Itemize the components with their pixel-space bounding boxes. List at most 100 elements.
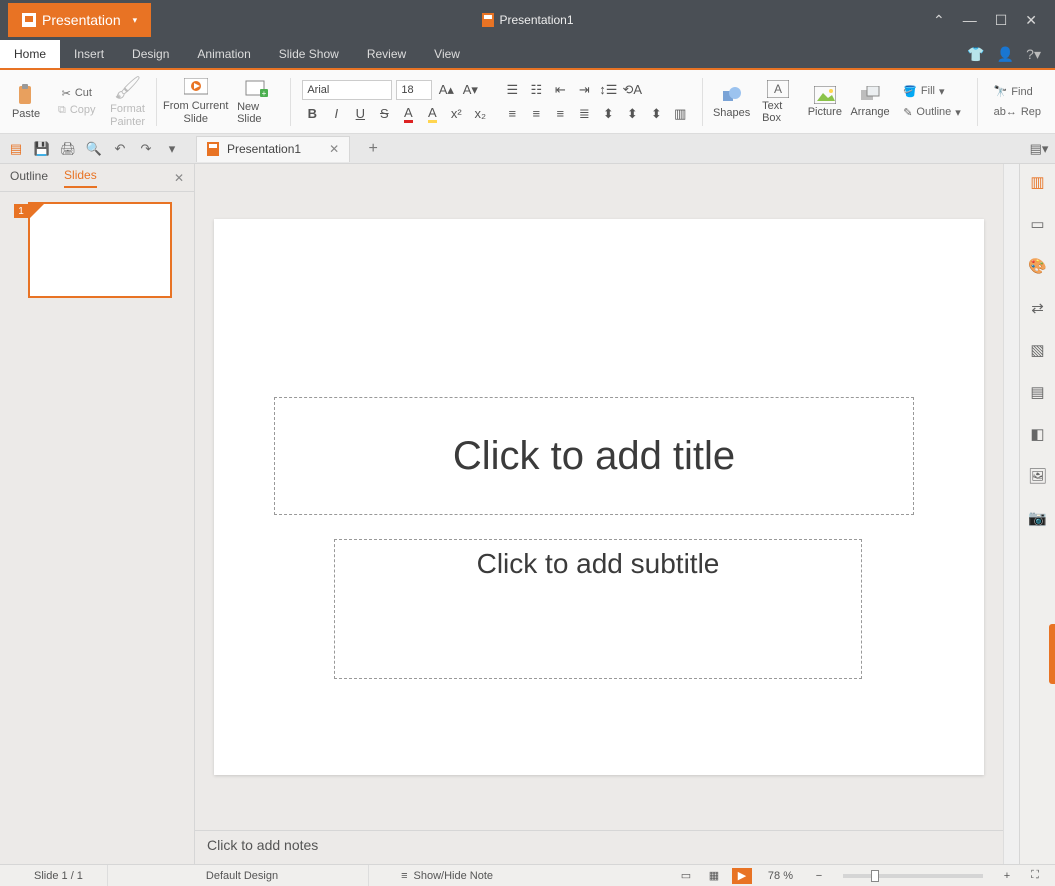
help-icon[interactable]: ?▾ [1026, 46, 1041, 63]
menu-tab-view[interactable]: View [420, 40, 474, 68]
italic-button[interactable]: I [326, 104, 346, 124]
fit-view-button[interactable]: ⛶ [1025, 868, 1045, 884]
undo-icon[interactable]: ↶ [110, 139, 130, 159]
menu-tab-review[interactable]: Review [353, 40, 420, 68]
copy-button[interactable]: ⧉Copy [54, 102, 100, 119]
ribbon-collapse-icon[interactable]: ⌃ [933, 12, 945, 29]
menu-tab-insert[interactable]: Insert [60, 40, 118, 68]
outline-button[interactable]: ✎Outline▾ [899, 104, 965, 121]
decrease-indent-button[interactable]: ⇤ [550, 80, 570, 100]
title-placeholder[interactable]: Click to add title [274, 397, 914, 515]
shirt-icon[interactable]: 👕 [967, 46, 984, 63]
new-slide-button[interactable]: + New Slide [231, 79, 281, 125]
layout-icon[interactable]: ▤ [1026, 380, 1050, 404]
fill-button[interactable]: 🪣Fill▾ [899, 83, 948, 100]
show-hide-note-button[interactable]: ≡Show/Hide Note [377, 865, 517, 886]
zoom-slider-knob[interactable] [871, 870, 879, 882]
workspace: Outline Slides ✕ 1 Click to add title Cl… [0, 164, 1055, 864]
object-icon[interactable]: ◧ [1026, 422, 1050, 446]
new-doc-icon[interactable]: ▤ [6, 139, 26, 159]
slides-tab[interactable]: Slides [64, 168, 97, 188]
highlight-button[interactable]: A [422, 104, 442, 124]
menu-tab-home[interactable]: Home [0, 40, 60, 68]
text-box-button[interactable]: A Text Box [756, 80, 801, 124]
shapes-button[interactable]: Shapes [711, 85, 752, 119]
justify-button[interactable]: ≣ [574, 104, 594, 124]
underline-button[interactable]: U [350, 104, 370, 124]
slide-panel: Outline Slides ✕ 1 [0, 164, 195, 864]
zoom-slider[interactable] [843, 874, 983, 878]
palette-icon[interactable]: 🎨 [1026, 254, 1050, 278]
zoom-in-button[interactable]: + [997, 868, 1017, 884]
properties-icon[interactable]: ▥ [1026, 170, 1050, 194]
vertical-scrollbar[interactable] [1003, 164, 1019, 864]
replace-button[interactable]: ab↔Rep [990, 104, 1045, 120]
columns-button[interactable]: ▥ [670, 104, 690, 124]
bold-button[interactable]: B [302, 104, 322, 124]
shapes-icon [721, 85, 743, 105]
from-current-slide-button[interactable]: From Current Slide [164, 78, 227, 124]
align-top-button[interactable]: ⬍ [598, 104, 618, 124]
notes-pane[interactable]: Click to add notes [195, 830, 1003, 864]
redo-icon[interactable]: ↷ [136, 139, 156, 159]
animation-pane-icon[interactable]: ▧ [1026, 338, 1050, 362]
camera-icon[interactable]: 📷 [1026, 506, 1050, 530]
save-icon[interactable]: 💾 [32, 139, 52, 159]
window-controls: ⌃ — ☐ ✕ [933, 12, 1055, 29]
slide-thumbnail[interactable]: 1 [28, 202, 172, 298]
font-name-input[interactable] [302, 80, 392, 100]
superscript-button[interactable]: x² [446, 104, 466, 124]
new-tab-button[interactable]: + [360, 136, 386, 162]
align-left-button[interactable]: ≡ [502, 104, 522, 124]
document-tab[interactable]: Presentation1 ✕ [196, 136, 350, 162]
increase-font-icon[interactable]: A▴ [436, 80, 456, 100]
normal-view-button[interactable]: ▭ [676, 868, 696, 884]
doc-tab-close-icon[interactable]: ✕ [329, 142, 339, 156]
numbering-button[interactable]: ☷ [526, 80, 546, 100]
find-button[interactable]: 🔭Find [990, 83, 1037, 100]
line-spacing-button[interactable]: ↕☰ [598, 80, 618, 100]
cut-button[interactable]: ✂Cut [58, 85, 96, 102]
collapse-qat-icon[interactable]: ▤▾ [1029, 139, 1049, 159]
strikethrough-button[interactable]: S [374, 104, 394, 124]
close-button[interactable]: ✕ [1025, 12, 1037, 29]
qat-dropdown-icon[interactable]: ▾ [162, 139, 182, 159]
arrange-button[interactable]: Arrange [849, 86, 891, 118]
paste-button[interactable]: Paste [6, 84, 46, 120]
menu-tab-animation[interactable]: Animation [183, 40, 264, 68]
zoom-out-button[interactable]: − [809, 868, 829, 884]
align-bottom-button[interactable]: ⬍ [646, 104, 666, 124]
transition-icon[interactable]: ⇄ [1026, 296, 1050, 320]
quick-access-bar: ▤ 💾 🖨 🔍 ↶ ↷ ▾ Presentation1 ✕ + ▤▾ [0, 134, 1055, 164]
outline-tab[interactable]: Outline [10, 169, 48, 187]
slide-canvas[interactable]: Click to add title Click to add subtitle [214, 219, 984, 775]
subscript-button[interactable]: x₂ [470, 104, 490, 124]
menu-tab-design[interactable]: Design [118, 40, 183, 68]
subtitle-placeholder[interactable]: Click to add subtitle [334, 539, 862, 679]
align-center-button[interactable]: ≡ [526, 104, 546, 124]
close-panel-icon[interactable]: ✕ [174, 171, 184, 185]
user-icon[interactable]: 👤 [997, 46, 1014, 63]
bullets-button[interactable]: ☰ [502, 80, 522, 100]
sorter-view-button[interactable]: ▦ [704, 868, 724, 884]
slide-master-icon[interactable]: ▭ [1026, 212, 1050, 236]
app-menu-button[interactable]: Presentation ▾ [8, 3, 151, 37]
increase-indent-button[interactable]: ⇥ [574, 80, 594, 100]
reading-view-button[interactable]: ▶ [732, 868, 752, 884]
format-painter-button[interactable]: 🖌 Format Painter [108, 75, 148, 127]
side-panel-handle[interactable] [1049, 624, 1055, 684]
decrease-font-icon[interactable]: A▾ [460, 80, 480, 100]
text-direction-button[interactable]: ⟲A [622, 80, 642, 100]
scissors-icon: ✂ [62, 87, 71, 100]
menu-tab-slideshow[interactable]: Slide Show [265, 40, 353, 68]
minimize-button[interactable]: — [963, 12, 977, 28]
picture-button[interactable]: Picture [805, 86, 845, 118]
print-preview-icon[interactable]: 🔍 [84, 139, 104, 159]
font-size-input[interactable] [396, 80, 432, 100]
align-right-button[interactable]: ≡ [550, 104, 570, 124]
print-icon[interactable]: 🖨 [58, 139, 78, 159]
maximize-button[interactable]: ☐ [995, 12, 1008, 29]
align-middle-button[interactable]: ⬍ [622, 104, 642, 124]
picture-tool-icon[interactable]: 🖼 [1026, 464, 1050, 488]
font-color-button[interactable]: A [398, 104, 418, 124]
